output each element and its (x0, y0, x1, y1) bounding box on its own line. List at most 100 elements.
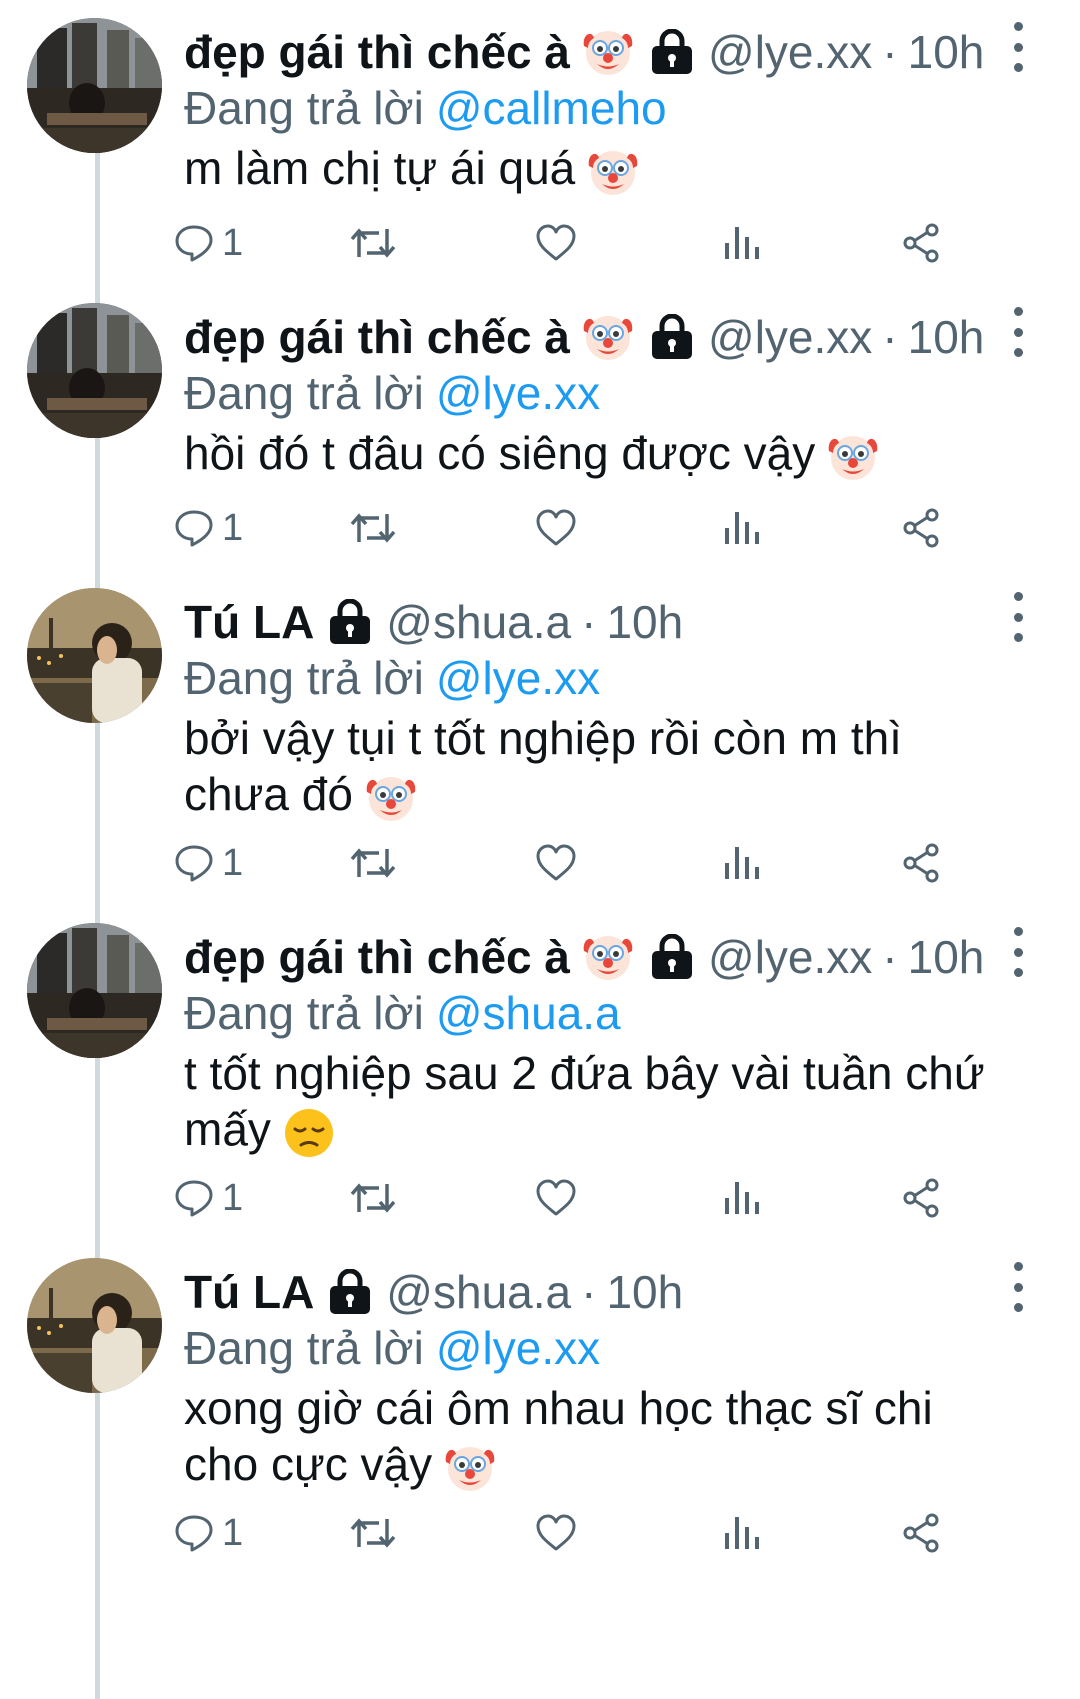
views-button[interactable] (722, 500, 762, 556)
like-button[interactable] (536, 1170, 576, 1226)
replying-to: Đang trả lời @callmeho (184, 78, 667, 138)
heart-icon (536, 843, 576, 883)
reply-button[interactable]: 1 (174, 1170, 243, 1226)
share-icon (902, 508, 942, 548)
reply-button[interactable]: 1 (174, 1505, 243, 1561)
like-button[interactable] (536, 215, 576, 271)
retweet-button[interactable] (349, 1505, 397, 1561)
more-options-icon[interactable] (1006, 592, 1030, 642)
like-button[interactable] (536, 500, 576, 556)
share-button[interactable] (902, 1505, 942, 1561)
avatar[interactable] (27, 588, 162, 723)
reply-count: 1 (222, 1176, 244, 1219)
timestamp[interactable]: 10h (606, 1262, 683, 1322)
more-options-icon[interactable] (1006, 927, 1030, 977)
views-button[interactable] (722, 215, 762, 271)
retweet-icon (349, 223, 397, 263)
views-icon (722, 508, 762, 548)
more-options-icon[interactable] (1006, 1262, 1030, 1312)
display-name[interactable]: đẹp gái thì chếc à (184, 927, 570, 987)
clown-face-icon (580, 929, 636, 985)
display-name[interactable]: đẹp gái thì chếc à (184, 307, 570, 367)
share-button[interactable] (902, 500, 942, 556)
retweet-button[interactable] (349, 500, 397, 556)
timestamp[interactable]: 10h (908, 307, 985, 367)
views-icon (722, 1178, 762, 1218)
more-options-icon[interactable] (1006, 307, 1030, 357)
replying-to: Đang trả lời @shua.a (184, 983, 621, 1043)
handle[interactable]: @shua.a (386, 592, 571, 652)
avatar[interactable] (27, 923, 162, 1058)
separator: · (581, 596, 597, 648)
mention-link[interactable]: @lye.xx (436, 367, 600, 419)
handle[interactable]: @lye.xx (708, 22, 872, 82)
timestamp[interactable]: 10h (908, 927, 985, 987)
avatar[interactable] (27, 303, 162, 438)
tweet-text: xong giờ cái ôm nhau học thạc sĩ chi cho… (184, 1380, 954, 1496)
display-name[interactable]: đẹp gái thì chếc à (184, 22, 570, 82)
handle[interactable]: @lye.xx (708, 307, 872, 367)
replying-to-label: Đang trả lời (184, 987, 424, 1039)
retweet-icon (349, 1513, 397, 1553)
disappointed-face-icon (281, 1105, 337, 1161)
retweet-icon (349, 1178, 397, 1218)
replying-to-label: Đang trả lời (184, 367, 424, 419)
tweet-text: hồi đó t đâu có siêng được vậy (184, 425, 1044, 485)
heart-icon (536, 223, 576, 263)
handle[interactable]: @lye.xx (708, 927, 872, 987)
heart-icon (536, 1178, 576, 1218)
share-icon (902, 223, 942, 263)
share-button[interactable] (902, 1170, 942, 1226)
reply-count: 1 (222, 1511, 244, 1554)
retweet-button[interactable] (349, 835, 397, 891)
action-bar: 1 (184, 1505, 1024, 1561)
tweet-header: đẹp gái thì chếc à @lye.xx · 10h (184, 927, 984, 987)
tweet-header: Tú LA @shua.a · 10h (184, 592, 683, 652)
tweet-header: Tú LA @shua.a · 10h (184, 1262, 683, 1322)
reply-button[interactable]: 1 (174, 835, 243, 891)
like-button[interactable] (536, 1505, 576, 1561)
tweet-text-content: hồi đó t đâu có siêng được vậy (184, 427, 816, 479)
mention-link[interactable]: @callmeho (436, 82, 667, 134)
reply-icon (174, 1178, 214, 1218)
views-icon (722, 1513, 762, 1553)
views-button[interactable] (722, 1170, 762, 1226)
reply-count: 1 (222, 221, 244, 264)
replying-to-label: Đang trả lời (184, 1322, 424, 1374)
replying-to: Đang trả lời @lye.xx (184, 648, 600, 708)
clown-face-icon (442, 1440, 498, 1496)
replying-to: Đang trả lời @lye.xx (184, 363, 600, 423)
timestamp[interactable]: 10h (908, 22, 985, 82)
like-button[interactable] (536, 835, 576, 891)
heart-icon (536, 508, 576, 548)
timestamp[interactable]: 10h (606, 592, 683, 652)
mention-link[interactable]: @lye.xx (436, 652, 600, 704)
reply-count: 1 (222, 506, 244, 549)
action-bar: 1 (184, 835, 1024, 891)
share-button[interactable] (902, 835, 942, 891)
mention-link[interactable]: @shua.a (436, 987, 621, 1039)
retweet-button[interactable] (349, 1170, 397, 1226)
reply-button[interactable]: 1 (174, 215, 243, 271)
display-name[interactable]: Tú LA (184, 1262, 314, 1322)
more-options-icon[interactable] (1006, 22, 1030, 72)
views-button[interactable] (722, 1505, 762, 1561)
tweet-header: đẹp gái thì chếc à @lye.xx · 10h (184, 307, 984, 367)
avatar[interactable] (27, 1258, 162, 1393)
tweet-text-content: m làm chị tự ái quá (184, 142, 576, 194)
views-icon (722, 223, 762, 263)
display-name[interactable]: Tú LA (184, 592, 314, 652)
mention-link[interactable]: @lye.xx (436, 1322, 600, 1374)
reply-icon (174, 508, 214, 548)
replying-to-label: Đang trả lời (184, 82, 424, 134)
share-button[interactable] (902, 215, 942, 271)
handle[interactable]: @shua.a (386, 1262, 571, 1322)
reply-button[interactable]: 1 (174, 500, 243, 556)
separator: · (882, 311, 898, 363)
reply-icon (174, 223, 214, 263)
views-button[interactable] (722, 835, 762, 891)
views-icon (722, 843, 762, 883)
reply-icon (174, 1513, 214, 1553)
avatar[interactable] (27, 18, 162, 153)
retweet-button[interactable] (349, 215, 397, 271)
